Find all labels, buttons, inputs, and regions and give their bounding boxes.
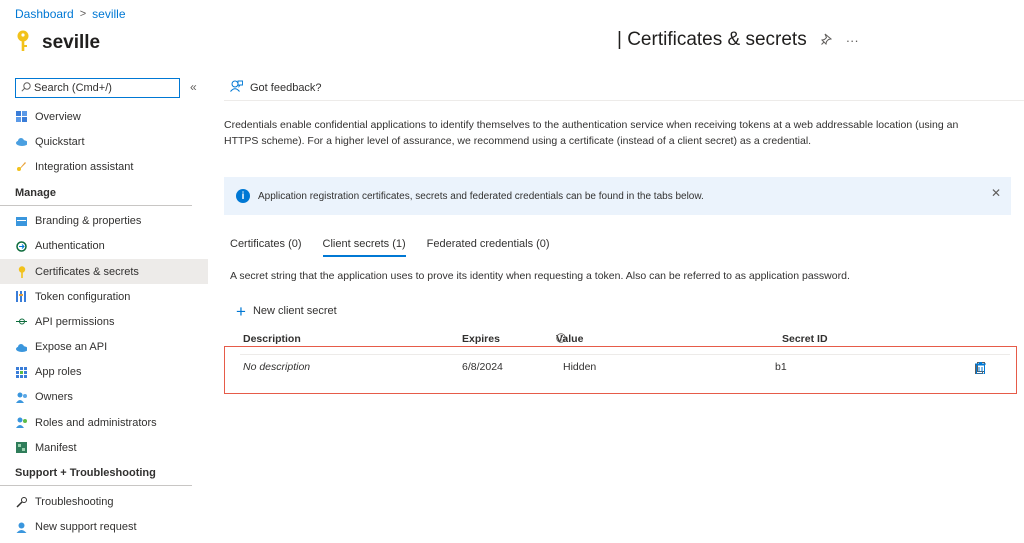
cloud-icon xyxy=(16,136,27,147)
sidebar-item-label: API permissions xyxy=(35,315,115,328)
app-header: seville xyxy=(16,30,100,55)
main-content: Got feedback? Credentials enable confide… xyxy=(224,74,1024,543)
plus-icon: + xyxy=(236,301,246,321)
sidebar-item-label: Expose an API xyxy=(35,341,108,354)
sidebar-item-app-roles[interactable]: App roles xyxy=(0,360,208,385)
search-input[interactable] xyxy=(34,82,174,94)
grid-icon xyxy=(16,111,27,123)
key-icon xyxy=(16,265,27,278)
breadcrumb-dashboard[interactable]: Dashboard xyxy=(15,7,74,21)
feedback-label: Got feedback? xyxy=(250,81,322,94)
sidebar-item-branding[interactable]: Branding & properties xyxy=(0,209,208,234)
table-row: No description 6/8/2024 Hidden b1 xyxy=(243,361,1013,377)
sidebar-item-api-permissions[interactable]: API permissions xyxy=(0,309,208,334)
info-icon: i xyxy=(236,189,250,203)
sidebar-item-owners[interactable]: Owners xyxy=(0,385,208,410)
close-icon[interactable]: ✕ xyxy=(991,186,1001,200)
column-header-description[interactable]: Description xyxy=(243,333,301,345)
wrench-icon xyxy=(16,496,27,508)
token-icon xyxy=(16,291,27,303)
sidebar-item-label: Branding & properties xyxy=(35,215,142,228)
info-banner: i Application registration certificates,… xyxy=(224,177,1011,215)
cell-expires: 6/8/2024 xyxy=(462,361,503,373)
section-manage: Manage xyxy=(0,180,192,206)
roles-icon xyxy=(16,366,27,378)
owners-icon xyxy=(16,392,27,403)
column-header-expires[interactable]: Expires xyxy=(462,333,500,345)
cell-value: Hidden xyxy=(563,361,597,373)
tab-bar: Certificates (0) Client secrets (1) Fede… xyxy=(230,238,550,257)
feedback-button[interactable]: Got feedback? xyxy=(230,80,322,95)
section-support: Support + Troubleshooting xyxy=(0,460,192,487)
page-description: Credentials enable confidential applicat… xyxy=(224,119,959,147)
search-box[interactable] xyxy=(15,78,180,98)
sidebar-item-token-configuration[interactable]: Token configuration xyxy=(0,284,208,309)
manifest-icon xyxy=(16,442,27,454)
sidebar-item-new-support-request[interactable]: New support request xyxy=(0,515,208,540)
sidebar-item-label: Token configuration xyxy=(35,290,131,303)
breadcrumb: Dashboard > seville xyxy=(15,7,126,21)
tab-federated-credentials[interactable]: Federated credentials (0) xyxy=(427,238,550,257)
page-header: | Certificates & secrets ··· xyxy=(617,29,859,51)
branding-icon xyxy=(16,216,27,227)
new-client-secret-label: New client secret xyxy=(252,305,337,317)
cell-secret-id: b1 xyxy=(775,361,787,373)
rocket-icon xyxy=(16,161,27,172)
sidebar-item-authentication[interactable]: Authentication xyxy=(0,234,208,259)
authentication-icon xyxy=(16,241,27,252)
cloud-api-icon xyxy=(16,342,27,353)
admins-icon xyxy=(16,417,27,429)
page-title: | Certificates & secrets xyxy=(617,29,807,50)
sidebar-item-expose-api[interactable]: Expose an API xyxy=(0,335,208,360)
sidebar-item-integration-assistant[interactable]: Integration assistant xyxy=(0,154,208,179)
tab-certificates[interactable]: Certificates (0) xyxy=(230,238,302,257)
tab-description: A secret string that the application use… xyxy=(230,270,850,282)
permissions-icon xyxy=(16,316,27,327)
support-icon xyxy=(16,522,27,533)
sidebar-item-overview[interactable]: Overview xyxy=(0,104,208,129)
collapse-sidebar-icon[interactable]: « xyxy=(190,80,197,94)
cell-description: No description xyxy=(243,361,311,373)
sidebar-item-manifest[interactable]: Manifest xyxy=(0,435,208,460)
sidebar-item-certificates-secrets[interactable]: Certificates & secrets xyxy=(0,258,208,285)
search-icon xyxy=(21,81,31,95)
breadcrumb-separator: > xyxy=(79,8,87,20)
sidebar-item-label: Owners xyxy=(35,391,73,404)
sidebar-item-roles-administrators[interactable]: Roles and administrators xyxy=(0,410,208,435)
sidebar-item-label: Certificates & secrets xyxy=(35,265,139,278)
sidebar-item-label: Troubleshooting xyxy=(35,496,114,509)
sidebar-nav: Overview Quickstart Integration assistan… xyxy=(0,104,208,540)
sidebar-item-troubleshooting[interactable]: Troubleshooting xyxy=(0,489,208,514)
app-name: seville xyxy=(42,31,101,53)
delete-icon[interactable] xyxy=(975,362,986,375)
sidebar-item-label: Overview xyxy=(35,110,81,123)
sidebar: « Overview Quickstart Integration assist… xyxy=(0,74,208,543)
sidebar-item-label: New support request xyxy=(35,521,137,534)
column-header-secret-id[interactable]: Secret ID xyxy=(782,333,828,345)
more-options-icon[interactable]: ··· xyxy=(846,33,859,48)
new-client-secret-button[interactable]: + New client secret xyxy=(236,301,337,321)
breadcrumb-current[interactable]: seville xyxy=(92,7,125,21)
sidebar-item-label: Roles and administrators xyxy=(35,416,157,429)
sidebar-item-quickstart[interactable]: Quickstart xyxy=(0,129,208,154)
sidebar-item-label: Integration assistant xyxy=(35,160,134,173)
feedback-icon xyxy=(230,80,243,95)
info-icon[interactable] xyxy=(556,333,566,346)
sidebar-item-label: App roles xyxy=(35,366,82,379)
banner-text: Application registration certificates, s… xyxy=(258,190,704,202)
sidebar-item-label: Manifest xyxy=(35,441,77,454)
tab-client-secrets[interactable]: Client secrets (1) xyxy=(322,238,406,257)
sidebar-item-label: Authentication xyxy=(35,240,105,253)
toolbar-divider xyxy=(224,100,1024,101)
sidebar-item-label: Quickstart xyxy=(35,135,85,148)
pin-icon[interactable] xyxy=(820,33,832,48)
key-icon xyxy=(16,30,30,55)
